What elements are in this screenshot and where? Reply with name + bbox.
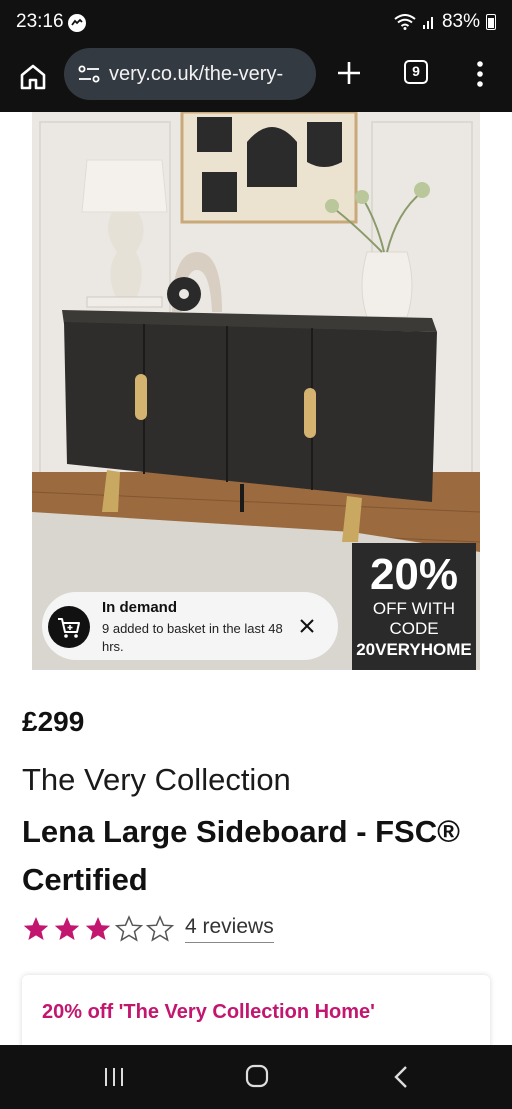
recents-icon[interactable] <box>102 1065 126 1089</box>
tab-switcher-button[interactable]: 9 <box>404 60 428 84</box>
back-icon[interactable] <box>390 1063 412 1091</box>
system-nav-bar <box>0 1045 512 1109</box>
promo-code: 20VERYHOME <box>356 640 472 659</box>
battery-percent: 83% <box>441 11 480 32</box>
new-tab-icon[interactable] <box>334 58 364 88</box>
star-empty-icon <box>115 915 143 942</box>
reviews-link[interactable]: 4 reviews <box>185 915 274 943</box>
status-time: 23:16 <box>16 11 64 32</box>
battery-icon <box>486 14 496 30</box>
home-nav-icon[interactable] <box>244 1063 270 1089</box>
stars-group <box>22 915 177 943</box>
url-text[interactable]: very.co.uk/the-very- <box>109 63 309 86</box>
browser-toolbar: very.co.uk/the-very- 9 <box>0 46 512 112</box>
product-title: Lena Large Sideboard - FSC® Certified <box>22 814 460 897</box>
site-settings-icon[interactable] <box>78 65 100 83</box>
star-rating[interactable]: 4 reviews <box>22 912 274 946</box>
status-right: 83% <box>394 11 496 33</box>
signal-icon <box>422 17 433 29</box>
status-bar: 23:16 83% <box>0 0 512 46</box>
offer-card[interactable]: 20% off 'The Very Collection Home' <box>22 975 490 1055</box>
basket-trolley-icon <box>48 606 90 648</box>
product-brand[interactable]: The Very Collection <box>22 762 291 798</box>
toast-text: 9 added to basket in the last 48 hrs. <box>102 621 283 654</box>
in-demand-toast: In demand 9 added to basket in the last … <box>42 592 338 660</box>
messenger-icon <box>68 14 86 32</box>
toast-title: In demand <box>102 599 178 616</box>
promo-line-2: CODE <box>389 619 439 638</box>
home-icon[interactable] <box>18 62 48 92</box>
star-filled-icon <box>85 917 111 940</box>
product-price: £299 <box>22 706 85 737</box>
promo-percent: 20% <box>369 550 459 599</box>
wifi-icon <box>394 14 416 30</box>
product-image[interactable]: In demand 9 added to basket in the last … <box>32 112 480 670</box>
star-filled-icon <box>54 917 80 940</box>
address-bar[interactable]: very.co.uk/the-very- <box>64 48 316 100</box>
more-menu-icon[interactable] <box>470 58 490 90</box>
promo-badge: 20% OFF WITH CODE 20VERYHOME <box>352 543 476 670</box>
star-empty-icon <box>146 915 174 942</box>
star-filled-icon <box>23 917 49 940</box>
offer-text[interactable]: 20% off 'The Very Collection Home' <box>42 1001 375 1024</box>
promo-line-1: OFF WITH <box>372 599 456 618</box>
close-icon[interactable] <box>297 616 317 636</box>
